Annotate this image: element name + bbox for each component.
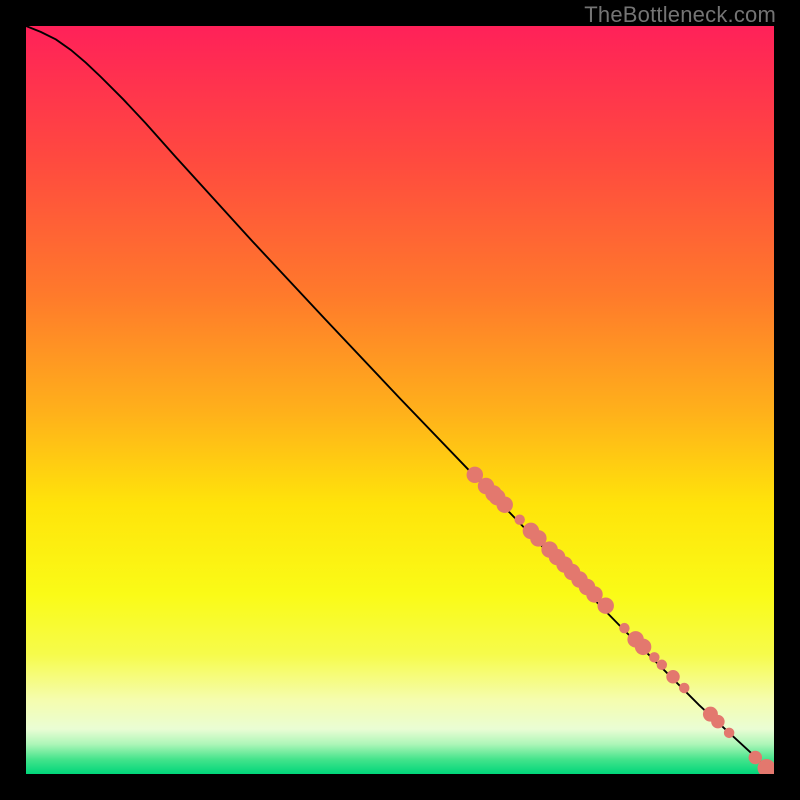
data-point: [724, 728, 734, 738]
data-point: [657, 660, 667, 670]
data-point: [711, 715, 724, 728]
data-point: [514, 514, 524, 524]
chart-stage: TheBottleneck.com: [0, 0, 800, 800]
data-point: [666, 670, 679, 683]
data-point: [635, 639, 651, 655]
plot-svg: [26, 26, 774, 774]
watermark-text: TheBottleneck.com: [584, 2, 776, 28]
data-point: [619, 623, 629, 633]
data-point: [679, 683, 689, 693]
data-point: [597, 597, 613, 613]
data-point: [496, 496, 512, 512]
data-point: [649, 652, 659, 662]
plot-area: [26, 26, 774, 774]
